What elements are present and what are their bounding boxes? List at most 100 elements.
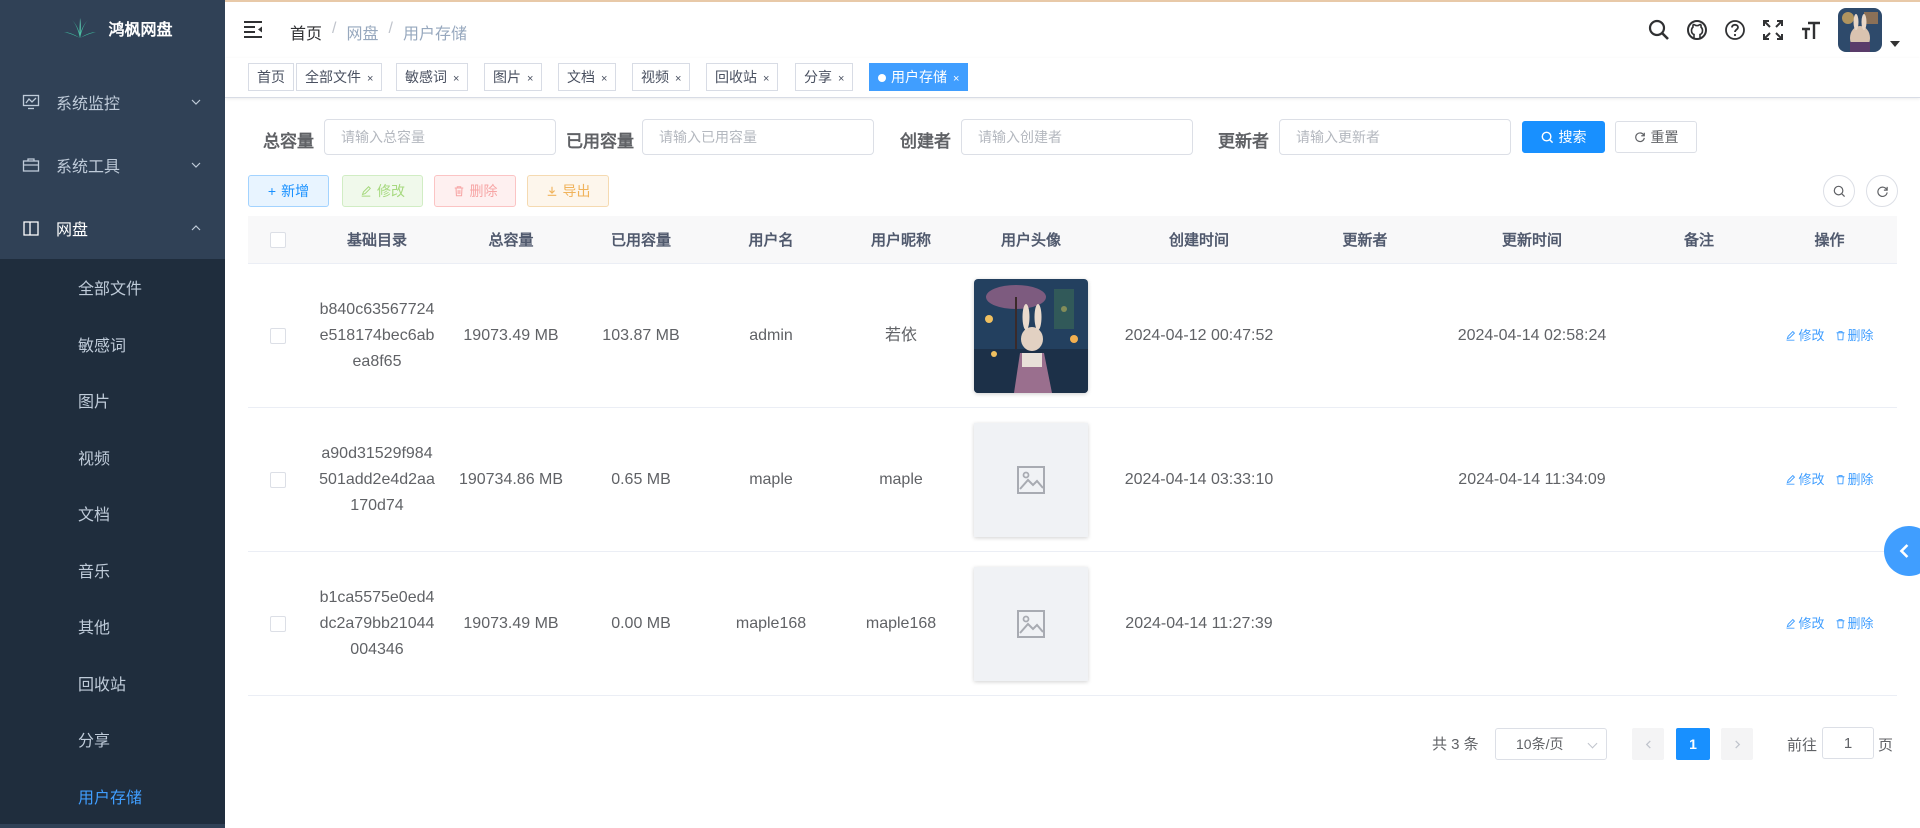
page-size-select[interactable]: 10条/页 (1495, 728, 1607, 760)
close-icon[interactable]: × (601, 73, 607, 85)
edit-button[interactable]: 修改 (342, 175, 423, 207)
tab-images[interactable]: 图片 × (484, 63, 543, 91)
prev-page-button[interactable] (1632, 728, 1664, 760)
cell-used: 0.00 MB (611, 614, 671, 632)
row-delete-link[interactable]: 删除 (1835, 611, 1874, 637)
sidebar-item-recycle-bin[interactable]: 回收站 (0, 655, 225, 712)
row-delete-link[interactable]: 删除 (1835, 323, 1874, 349)
row-edit-link[interactable]: 修改 (1785, 467, 1825, 493)
refresh-table-button[interactable] (1866, 175, 1898, 207)
close-icon[interactable]: × (675, 73, 681, 85)
toolbox-icon (22, 156, 40, 174)
close-icon[interactable]: × (453, 73, 459, 85)
app-logo[interactable]: 鸿枫网盘 (0, 0, 225, 56)
tab-share[interactable]: 分享 × (795, 63, 854, 91)
row-actions: 修改 删除 (1762, 611, 1897, 637)
used-capacity-input[interactable] (642, 119, 874, 155)
row-delete-link[interactable]: 删除 (1835, 467, 1874, 493)
next-page-button[interactable] (1721, 728, 1753, 760)
menu-system-tools[interactable]: 系统工具 (0, 133, 225, 196)
sidebar-item-images[interactable]: 图片 (0, 372, 225, 429)
user-avatar[interactable] (1838, 8, 1882, 52)
chevron-up-icon (191, 224, 201, 230)
creator-label: 创建者 (900, 132, 951, 151)
sidebar-item-share[interactable]: 分享 (0, 711, 225, 768)
close-icon[interactable]: × (838, 73, 844, 85)
export-button[interactable]: 导出 (527, 175, 609, 207)
cell-updated: 2024-04-14 02:58:24 (1457, 326, 1607, 344)
row-edit-link[interactable]: 修改 (1785, 611, 1825, 637)
updater-label: 更新者 (1218, 132, 1269, 151)
delete-button[interactable]: 删除 (434, 175, 516, 207)
avatar-placeholder[interactable] (974, 566, 1088, 681)
tab-videos[interactable]: 视频 × (632, 63, 691, 91)
close-icon[interactable]: × (527, 73, 533, 85)
cell-base-dir: b1ca5575e0ed4 dc2a79bb21044 004346 (319, 588, 435, 658)
updater-input[interactable] (1279, 119, 1511, 155)
close-icon[interactable]: × (763, 73, 769, 85)
edit-icon (1787, 474, 1796, 485)
sidebar-item-music[interactable]: 音乐 (0, 542, 225, 599)
avatar-placeholder[interactable] (974, 422, 1088, 537)
search-icon[interactable] (1648, 19, 1670, 41)
close-icon[interactable]: × (953, 73, 959, 85)
font-size-icon[interactable] (1800, 19, 1822, 41)
sidebar-item-documents[interactable]: 文档 (0, 485, 225, 542)
user-avatar-thumbnail[interactable] (974, 278, 1088, 393)
tab-all-files[interactable]: 全部文件 × (296, 63, 383, 91)
cell-created: 2024-04-14 03:33:10 (1124, 470, 1274, 488)
select-all-checkbox[interactable] (270, 231, 286, 248)
col-nickname: 用户昵称 (870, 232, 931, 249)
search-icon (1833, 185, 1845, 197)
chevron-down-icon (191, 99, 201, 105)
fullscreen-icon[interactable] (1762, 19, 1784, 41)
chevron-down-icon (1587, 738, 1598, 749)
col-created: 创建时间 (1168, 232, 1229, 249)
monitor-icon (22, 93, 40, 111)
sidebar-item-all-files[interactable]: 全部文件 (0, 259, 225, 316)
table-row: a90d31529f984 501add2e4d2aa 170d74 19073… (248, 408, 1897, 552)
toggle-search-button[interactable] (1823, 175, 1855, 207)
tab-user-storage[interactable]: 用户存储 × (869, 63, 969, 91)
book-icon (22, 219, 40, 237)
tab-recycle-bin[interactable]: 回收站 × (706, 63, 779, 91)
cell-used: 0.65 MB (611, 470, 671, 488)
sidebar-item-other[interactable]: 其他 (0, 598, 225, 655)
help-icon[interactable] (1724, 19, 1746, 41)
close-icon[interactable]: × (367, 73, 373, 85)
goto-page-input[interactable] (1822, 727, 1874, 759)
caret-down-icon[interactable] (1890, 41, 1900, 47)
tab-sensitive-words[interactable]: 敏感词 × (396, 63, 469, 91)
creator-input[interactable] (961, 119, 1193, 155)
app-title: 鸿枫网盘 (108, 22, 173, 39)
menu-netdisk[interactable]: 网盘 (0, 196, 225, 259)
breadcrumb-current: 用户存储 (402, 26, 467, 43)
total-capacity-label: 总容量 (263, 132, 314, 151)
add-button[interactable]: + 新增 (248, 175, 329, 207)
hamburger-icon[interactable] (243, 19, 263, 39)
total-capacity-input[interactable] (324, 119, 556, 155)
edit-icon (361, 185, 372, 197)
page-number-current[interactable]: 1 (1676, 728, 1710, 760)
row-checkbox[interactable] (270, 327, 286, 344)
refresh-icon (1876, 186, 1888, 197)
breadcrumb-home[interactable]: 首页 (290, 20, 322, 44)
menu-system-monitor[interactable]: 系统监控 (0, 70, 225, 133)
sidebar-item-videos[interactable]: 视频 (0, 429, 225, 486)
cell-total: 19073.49 MB (463, 614, 559, 632)
row-checkbox[interactable] (270, 471, 286, 488)
row-checkbox[interactable] (270, 615, 286, 632)
github-icon[interactable] (1686, 19, 1708, 41)
tab-home[interactable]: 首页 (248, 63, 294, 91)
search-icon (1541, 131, 1553, 143)
col-username: 用户名 (748, 232, 794, 249)
active-dot (878, 74, 886, 82)
row-edit-link[interactable]: 修改 (1785, 323, 1825, 349)
chevron-left-icon (1645, 739, 1651, 749)
sidebar-item-sensitive-words[interactable]: 敏感词 (0, 316, 225, 373)
search-button[interactable]: 搜索 (1522, 121, 1605, 153)
tab-documents[interactable]: 文档 × (558, 63, 617, 91)
table-row: b1ca5575e0ed4 dc2a79bb21044 004346 19073… (248, 552, 1897, 696)
reset-button[interactable]: 重置 (1615, 121, 1697, 153)
sidebar-item-user-storage[interactable]: 用户存储 (0, 768, 225, 825)
